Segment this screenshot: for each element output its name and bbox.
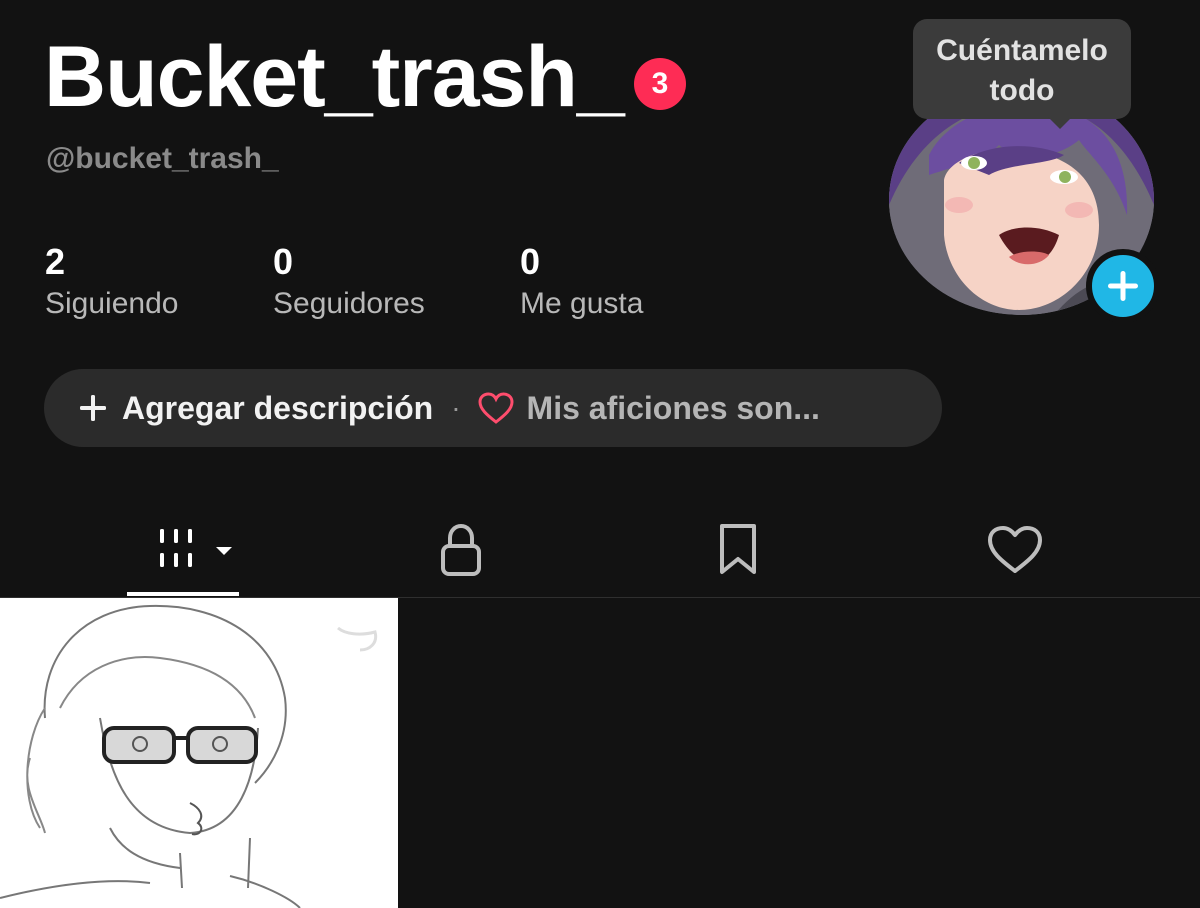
tooltip-pointer: [1048, 117, 1072, 129]
plus-icon: [80, 395, 106, 421]
plus-icon: [1108, 271, 1138, 301]
stat-likes[interactable]: 0 Me gusta: [520, 242, 643, 326]
profile-username: @bucket_trash_: [46, 142, 279, 175]
stat-following-label: Siguiendo: [45, 287, 179, 320]
stat-following-count: 2: [45, 241, 66, 282]
tab-videos[interactable]: [148, 510, 238, 590]
heart-icon: [478, 392, 514, 424]
avatar-tooltip-line2: todo: [989, 74, 1055, 107]
stat-followers[interactable]: 0 Seguidores: [273, 242, 425, 326]
stat-following[interactable]: 2 Siguiendo: [45, 242, 178, 326]
profile-display-name: Bucket_trash_: [44, 29, 625, 125]
profile-avatar-container[interactable]: [889, 85, 1160, 323]
grid-icon: [160, 529, 232, 567]
tab-private[interactable]: [430, 510, 492, 590]
stat-followers-count: 0: [273, 241, 294, 282]
chevron-down-icon: [216, 547, 232, 555]
description-bar[interactable]: Agregar descripción · Mis aficiones son.…: [44, 369, 942, 447]
stat-followers-label: Seguidores: [273, 287, 425, 320]
description-separator: ·: [451, 392, 461, 423]
avatar-tooltip-line1: Cuéntamelo: [936, 34, 1108, 67]
hobbies-prompt[interactable]: Mis aficiones son...: [527, 390, 820, 427]
tab-liked[interactable]: [982, 510, 1048, 590]
active-tab-indicator: [127, 592, 239, 596]
profile-tabs: [0, 498, 1200, 598]
add-avatar-button[interactable]: [1086, 249, 1160, 323]
bookmark-icon: [720, 524, 756, 574]
sketch-illustration: [0, 598, 398, 908]
tab-saved[interactable]: [712, 510, 764, 590]
lock-icon: [441, 523, 481, 576]
notification-badge[interactable]: 3: [634, 58, 686, 110]
avatar-tooltip[interactable]: Cuéntamelo todo: [913, 19, 1131, 119]
add-description-label[interactable]: Agregar descripción: [122, 390, 433, 427]
heart-icon: [988, 526, 1042, 573]
stat-likes-count: 0: [520, 241, 541, 282]
stat-likes-label: Me gusta: [520, 287, 644, 320]
video-thumbnail[interactable]: [0, 598, 398, 908]
